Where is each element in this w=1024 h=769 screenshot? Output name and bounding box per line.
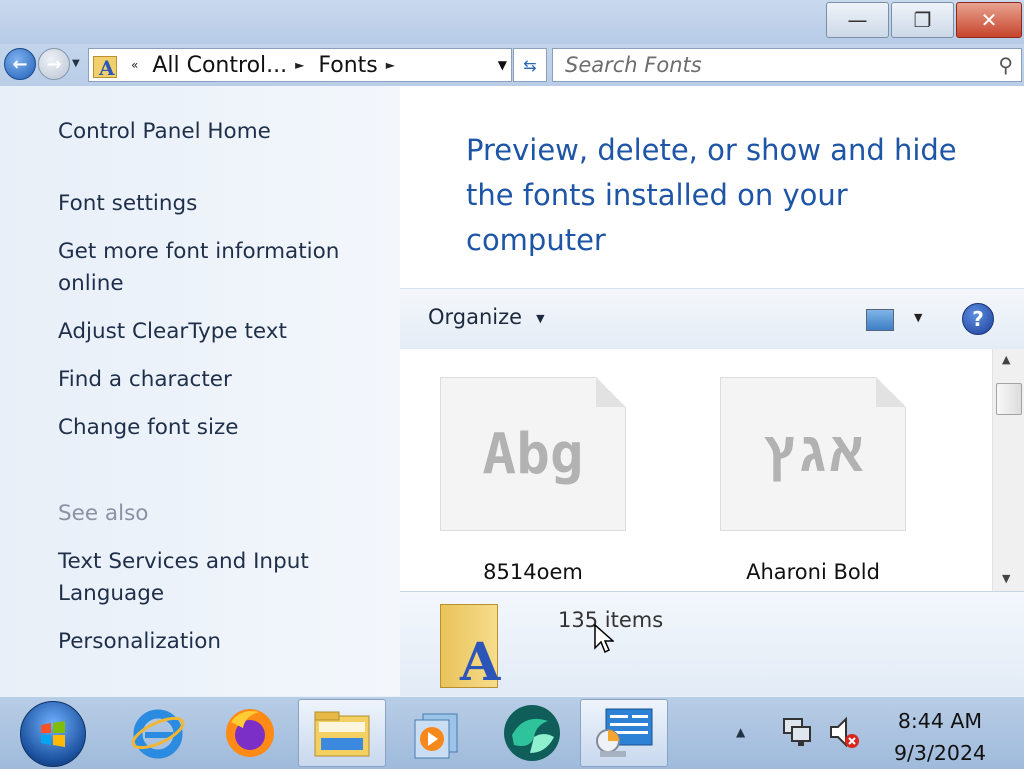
chevron-down-icon: ▼ bbox=[536, 311, 545, 325]
fonts-folder-icon: A bbox=[93, 52, 117, 80]
breadcrumb-overflow[interactable]: « bbox=[131, 58, 138, 72]
firefox-icon bbox=[226, 709, 274, 757]
help-button[interactable]: ? bbox=[962, 303, 994, 335]
control-panel-icon bbox=[596, 708, 653, 757]
scroll-thumb[interactable] bbox=[996, 383, 1022, 415]
address-bar[interactable]: A « All Control... ► Fonts ► ▼ bbox=[88, 48, 512, 82]
breadcrumb-separator[interactable]: ► bbox=[295, 58, 304, 72]
show-hidden-icons-button[interactable]: ▲ bbox=[736, 725, 745, 739]
close-button[interactable]: ✕ bbox=[956, 2, 1022, 38]
arrow-right-icon: → bbox=[46, 53, 62, 75]
taskbar-windows-explorer[interactable] bbox=[298, 699, 386, 767]
details-pane: A 135 items bbox=[400, 591, 1024, 697]
back-button[interactable]: ← bbox=[4, 48, 36, 80]
search-placeholder: Search Fonts bbox=[565, 53, 702, 77]
fonts-folder-large-icon: A bbox=[440, 602, 510, 693]
navigation-bar: ← → ▼ A « All Control... ► Fonts ► ▼ ⇆ S… bbox=[0, 44, 1024, 86]
text-services-link[interactable]: Text Services and Input Language bbox=[58, 546, 338, 610]
font-list: Abg 8514oem אגץ Aharoni Bold bbox=[400, 349, 992, 591]
adjust-cleartype-link[interactable]: Adjust ClearType text bbox=[58, 316, 287, 348]
taskbar: ▲ 8:44 AM 9/3/2024 bbox=[0, 696, 1024, 769]
taskbar-firefox[interactable] bbox=[206, 699, 294, 767]
content-area: Preview, delete, or show and hide the fo… bbox=[400, 86, 1024, 697]
font-preview-text: אגץ bbox=[762, 420, 864, 485]
personalization-link[interactable]: Personalization bbox=[58, 626, 221, 658]
see-also-heading: See also bbox=[58, 501, 149, 526]
command-bar: Organize ▼ ▼ ? bbox=[400, 288, 1024, 350]
breadcrumb-control-panel[interactable]: All Control... bbox=[152, 53, 287, 78]
recent-pages-dropdown[interactable]: ▼ bbox=[72, 58, 80, 69]
media-player-icon bbox=[414, 713, 458, 759]
find-character-link[interactable]: Find a character bbox=[58, 364, 232, 396]
organize-button[interactable]: Organize ▼ bbox=[428, 305, 545, 329]
app-icon bbox=[504, 705, 560, 761]
folder-icon bbox=[314, 711, 370, 757]
search-icon[interactable]: ⚲ bbox=[998, 53, 1013, 77]
mouse-cursor-icon bbox=[594, 624, 614, 654]
page-heading: Preview, delete, or show and hide the fo… bbox=[466, 133, 957, 257]
font-settings-link[interactable]: Font settings bbox=[58, 188, 197, 220]
view-options-dropdown[interactable]: ▼ bbox=[914, 311, 922, 324]
taskbar-control-panel[interactable] bbox=[580, 699, 668, 767]
clock-time: 8:44 AM bbox=[897, 709, 983, 733]
breadcrumb-separator[interactable]: ► bbox=[386, 58, 395, 72]
system-clock[interactable]: 8:44 AM 9/3/2024 bbox=[880, 705, 1000, 769]
forward-button[interactable]: → bbox=[38, 48, 70, 80]
breadcrumb-fonts[interactable]: Fonts bbox=[318, 53, 377, 78]
network-icon[interactable] bbox=[780, 715, 814, 749]
organize-label: Organize bbox=[428, 305, 523, 329]
volume-muted-icon[interactable] bbox=[828, 715, 862, 749]
address-dropdown-icon[interactable]: ▼ bbox=[498, 58, 507, 72]
left-navigation-pane: Control Panel Home Font settings Get mor… bbox=[0, 86, 400, 696]
search-input[interactable]: Search Fonts ⚲ bbox=[552, 48, 1022, 82]
control-panel-home-link[interactable]: Control Panel Home bbox=[58, 116, 271, 148]
font-info-online-link[interactable]: Get more font information online bbox=[58, 236, 358, 300]
start-button[interactable] bbox=[20, 701, 86, 767]
minimize-button[interactable]: — bbox=[826, 2, 889, 38]
scroll-down-icon[interactable]: ▼ bbox=[1002, 572, 1010, 585]
refresh-button[interactable]: ⇆ bbox=[513, 48, 547, 82]
scroll-up-icon[interactable]: ▲ bbox=[1002, 353, 1010, 366]
taskbar-internet-explorer[interactable] bbox=[114, 699, 202, 767]
change-font-size-link[interactable]: Change font size bbox=[58, 412, 238, 444]
change-view-icon[interactable] bbox=[866, 309, 894, 331]
font-item-aharoni-bold-icon[interactable]: אגץ bbox=[720, 377, 906, 531]
font-item-label[interactable]: 8514oem bbox=[433, 560, 633, 584]
windows-logo-icon bbox=[41, 721, 65, 747]
restore-button[interactable]: ❐ bbox=[891, 2, 954, 38]
title-bar: — ❐ ✕ bbox=[0, 0, 1024, 44]
refresh-icon: ⇆ bbox=[523, 55, 537, 75]
vertical-scrollbar[interactable]: ▲ ▼ bbox=[992, 349, 1024, 591]
taskbar-app-5[interactable] bbox=[488, 699, 576, 767]
window-controls: — ❐ ✕ bbox=[826, 2, 1022, 38]
clock-date: 9/3/2024 bbox=[893, 741, 987, 765]
taskbar-media-player[interactable] bbox=[390, 699, 478, 767]
font-preview-text: Abg bbox=[482, 421, 584, 487]
font-item-8514oem-icon[interactable]: Abg bbox=[440, 377, 626, 531]
font-item-label[interactable]: Aharoni Bold bbox=[713, 560, 913, 584]
internet-explorer-icon bbox=[131, 709, 185, 759]
arrow-left-icon: ← bbox=[12, 53, 28, 75]
